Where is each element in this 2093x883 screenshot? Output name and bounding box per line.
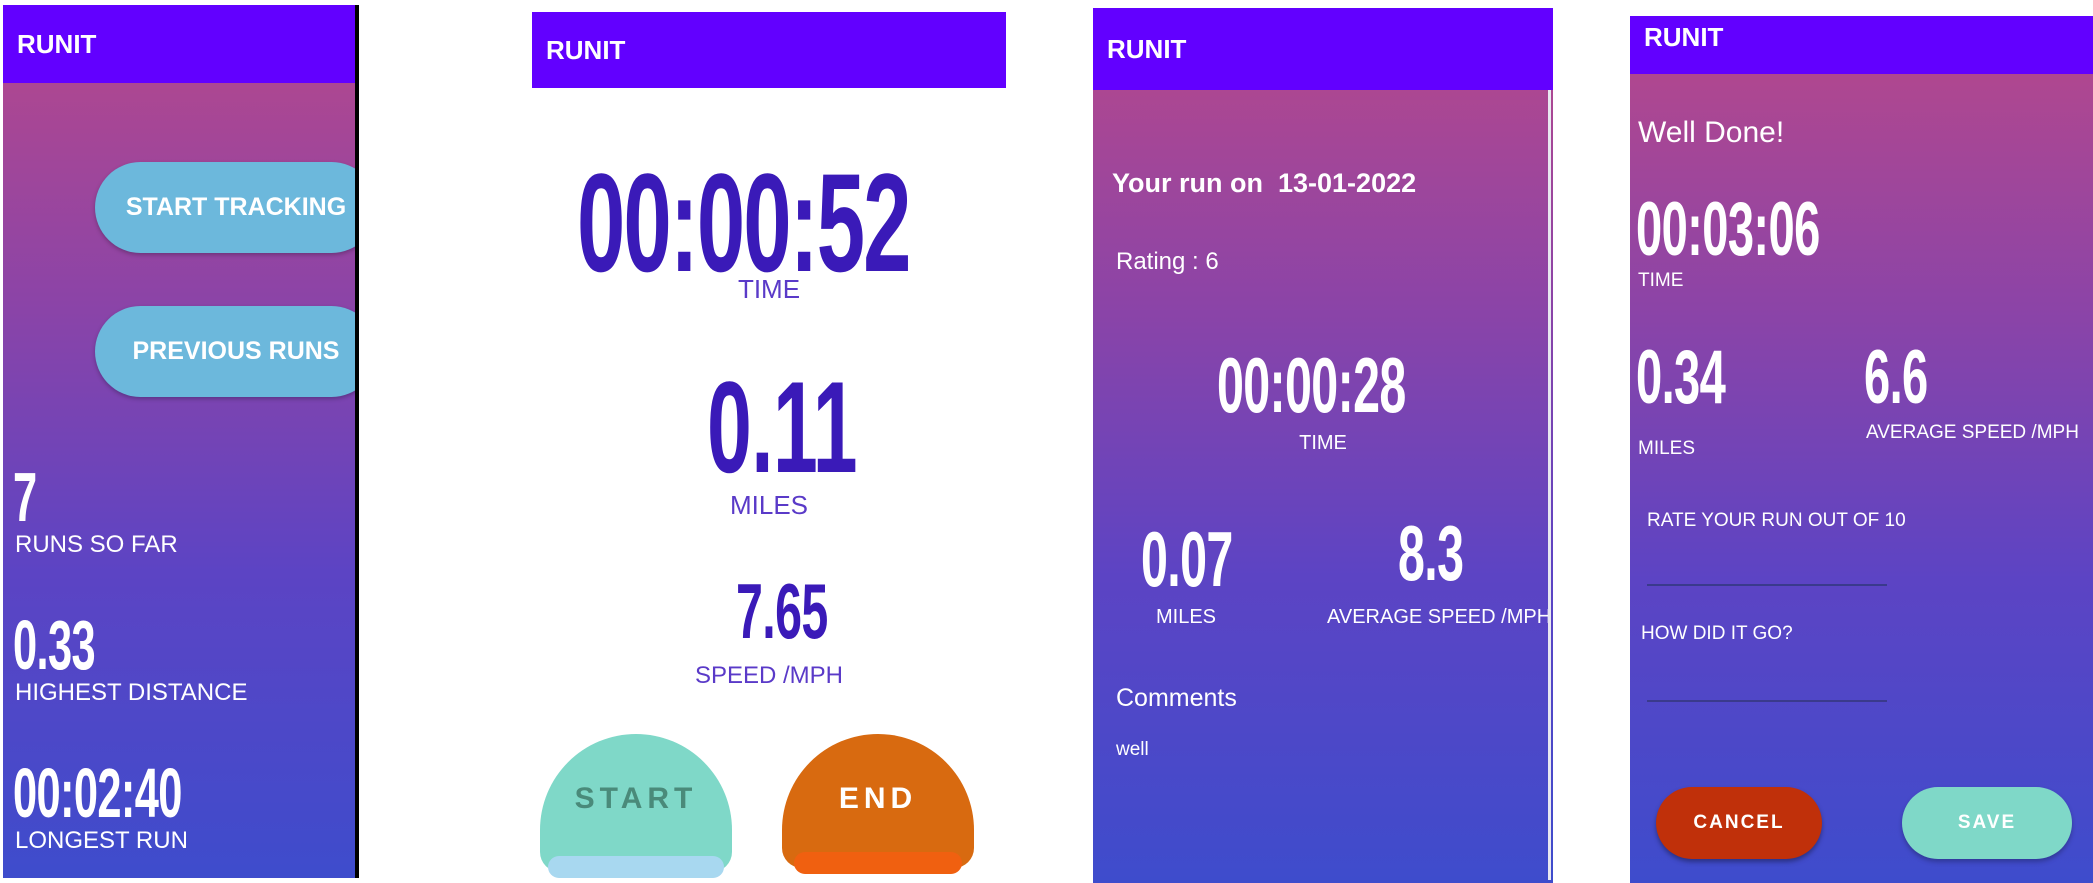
app-bar: RUNIT: [3, 5, 355, 83]
speed-value: 8.3: [1398, 509, 1464, 597]
scrollbar[interactable]: [1548, 90, 1551, 880]
speed-label: SPEED /MPH: [694, 662, 844, 689]
time-label: TIME: [737, 274, 801, 304]
longest-run-label: LONGEST RUN: [15, 827, 188, 854]
tracking-screen: RUNIT 00:00:52 TIME 0.11 MILES 7.65 SPEE…: [532, 12, 1006, 878]
miles-label: MILES: [1156, 606, 1217, 628]
comments-label: Comments: [1116, 684, 1237, 712]
time-label: TIME: [1299, 432, 1347, 454]
app-title: RUNIT: [17, 28, 97, 59]
screen-divider: [355, 5, 359, 878]
start-button[interactable]: START: [540, 734, 732, 878]
miles-value: 0.07: [1141, 515, 1233, 603]
app-bar: RUNIT: [1630, 16, 2093, 74]
cancel-button[interactable]: CANCEL: [1656, 787, 1822, 859]
time-value: 00:03:06: [1636, 187, 1820, 272]
miles-label: MILES: [1638, 438, 1696, 459]
speed-value: 6.6: [1864, 335, 1928, 420]
speed-label: AVERAGE SPEED /MPH: [1866, 422, 2079, 443]
run-heading: Your run on 13-01-2022: [1112, 168, 1417, 198]
home-screen: RUNIT START TRACKING PREVIOUS RUNS 7 RUN…: [3, 5, 355, 878]
run-detail-screen: RUNIT Your run on 13-01-2022 Rating : 6 …: [1093, 8, 1553, 883]
speed-label: AVERAGE SPEED /MPH: [1327, 606, 1552, 628]
miles-label: MILES: [729, 490, 809, 520]
well-done-heading: Well Done!: [1638, 116, 1785, 149]
miles-value: 0.11: [707, 354, 858, 500]
run-date: 13-01-2022: [1278, 168, 1417, 198]
finish-screen: RUNIT Well Done! 00:03:06 TIME 0.34 MILE…: [1630, 16, 2093, 883]
runs-so-far-label: RUNS SO FAR: [15, 531, 178, 558]
app-title: RUNIT: [546, 34, 626, 65]
runs-so-far-value: 7: [13, 458, 37, 536]
speed-value: 7.65: [736, 567, 828, 655]
comment-input[interactable]: [1647, 662, 1887, 702]
time-value: 00:00:28: [1217, 341, 1406, 429]
rate-label: RATE YOUR RUN OUT OF 10: [1647, 510, 1906, 531]
time-label: TIME: [1638, 270, 1684, 291]
comments-text: well: [1116, 739, 1149, 760]
app-title: RUNIT: [1107, 33, 1187, 64]
miles-value: 0.34: [1636, 335, 1726, 420]
rating-input[interactable]: [1647, 546, 1887, 586]
start-tracking-button[interactable]: START TRACKING: [95, 162, 355, 253]
app-bar: RUNIT: [532, 12, 1006, 88]
save-button[interactable]: SAVE: [1902, 787, 2072, 859]
how-label: HOW DID IT GO?: [1641, 623, 1793, 644]
highest-distance-value: 0.33: [13, 606, 96, 684]
longest-run-value: 00:02:40: [13, 754, 182, 832]
previous-runs-button[interactable]: PREVIOUS RUNS: [95, 306, 355, 397]
app-title: RUNIT: [1644, 22, 1724, 52]
end-button[interactable]: END: [782, 734, 974, 878]
rating-text: Rating : 6: [1116, 248, 1219, 275]
highest-distance-label: HIGHEST DISTANCE: [15, 679, 248, 706]
app-bar: RUNIT: [1093, 8, 1553, 90]
